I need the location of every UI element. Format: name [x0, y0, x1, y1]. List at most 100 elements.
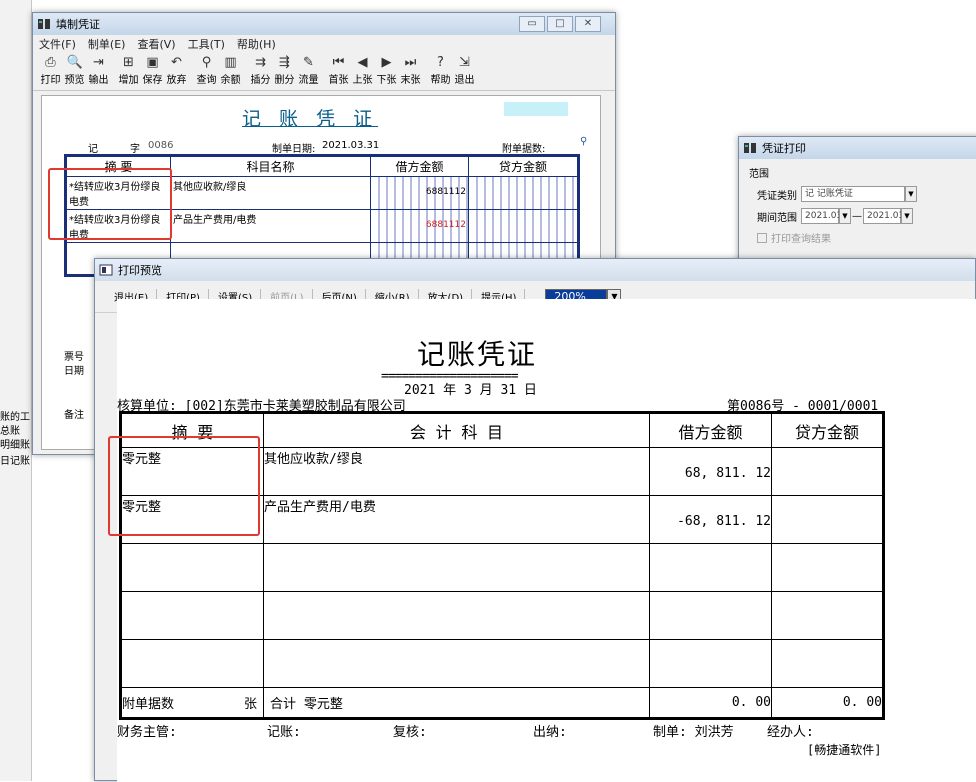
app-book-icon — [743, 141, 757, 155]
close-icon[interactable]: ✕ — [575, 16, 601, 32]
print-voucher-dialog: 凭证打印 范围 凭证类别 记 记账凭证 ▼ 期间范围 2021.03 ▼ — 2… — [738, 136, 976, 276]
toolbar-button[interactable]: ⇶ 删分 — [273, 55, 296, 86]
menu-edit[interactable]: 制单(E) — [88, 36, 126, 52]
chevron-down-icon[interactable]: ▼ — [839, 208, 851, 224]
header-credit: 贷方金额 — [468, 156, 578, 177]
voucher-type[interactable]: 记 — [88, 140, 98, 155]
header-subject: 科目名称 — [170, 156, 371, 177]
chevron-down-icon[interactable]: ▼ — [905, 186, 917, 202]
toolbar-button[interactable]: ▣ 保存 — [141, 55, 164, 86]
toolbar-button[interactable]: ⇲ 退出 — [453, 55, 476, 86]
row-debit[interactable]: 6881112 — [370, 176, 469, 210]
period-from-select[interactable]: 2021.03 — [801, 208, 842, 224]
type-select[interactable]: 记 记账凭证 — [801, 186, 905, 202]
maximize-icon[interactable]: □ — [547, 16, 573, 32]
voucher-number[interactable]: 0086 — [148, 140, 173, 151]
toolbar-button[interactable]: ⊞ 增加 — [117, 55, 140, 86]
preview-window-icon — [99, 263, 113, 277]
toolbar-button-label: 下张 — [376, 75, 397, 86]
preview-window-title: 打印预览 — [118, 264, 162, 277]
pv-header-debit: 借方金额 — [649, 413, 772, 448]
toolbar-button[interactable]: ✎ 流量 — [297, 55, 320, 86]
ticket-no-label: 票号 — [64, 352, 84, 363]
print-dialog-title: 凭证打印 — [762, 142, 806, 155]
toolbar-button-label: 插分 — [250, 75, 271, 86]
window-controls: ▭ □ ✕ — [517, 16, 601, 32]
toolbar-button-label: 保存 — [142, 75, 163, 86]
date-label: 制单日期: — [272, 144, 316, 155]
toolbar-button[interactable]: ⚲ 查询 — [195, 55, 218, 86]
preview-date: 2021 年 3 月 31 日 — [404, 383, 537, 398]
toolbar-button[interactable]: ⏭ 末张 — [399, 55, 422, 86]
remark-label: 备注 — [64, 410, 84, 421]
save-icon: ▣ — [146, 55, 159, 70]
preview-icon: 🔍 — [66, 55, 83, 70]
toolbar-button[interactable]: ? 帮助 — [429, 55, 452, 86]
toolbar-button-label: 退出 — [454, 75, 475, 86]
search-icon[interactable]: ⚲ — [580, 136, 587, 147]
row-credit[interactable] — [468, 176, 578, 210]
toolbar-button-label: 删分 — [274, 75, 295, 86]
row-subject[interactable]: 其他应收款/缪良 — [170, 176, 371, 210]
toolbar-button[interactable]: ◀ 上张 — [351, 55, 374, 86]
exit-icon: ⇲ — [459, 55, 470, 70]
pv-row-debit: 68, 811. 12 — [649, 447, 772, 496]
print-query-label: 打印查询结果 — [771, 234, 831, 245]
entry-toolbar: ⎙ 打印 🔍 预览 ⇥ 输出 ⊞ 增加 ▣ 保存 ↶ 放弃 ⚲ 查询 ▥ 余额 ⇉ 插分 ⇶ 删分 ✎ 流量 ⏮ 首张 ◀ 上张 ▶… — [33, 53, 615, 91]
menu-file[interactable]: 文件(F) — [39, 36, 76, 52]
prev-icon: ◀ — [357, 55, 368, 70]
date-value[interactable]: 2021.03.31 — [322, 140, 379, 151]
chevron-down-icon[interactable]: ▼ — [901, 208, 913, 224]
total-credit: 0. 00 — [771, 687, 883, 718]
toolbar-button-label: 上张 — [352, 75, 373, 86]
background-window-fragment: 账的工 总账 明细账 日记账 — [0, 0, 32, 781]
footer-handler: 经办人: — [767, 725, 814, 740]
period-to-select[interactable]: 2021.03 — [863, 208, 904, 224]
toolbar-button[interactable]: ↶ 放弃 — [165, 55, 188, 86]
pv-row-debit: -68, 811. 12 — [649, 495, 772, 544]
voucher-word: 字 — [130, 144, 140, 155]
toolbar-button[interactable]: ⏮ 首张 — [327, 55, 350, 86]
row-credit[interactable] — [468, 209, 578, 243]
toolbar-button-label: 输出 — [88, 75, 109, 86]
pv-row-credit — [771, 495, 883, 544]
table-row — [121, 639, 883, 688]
toolbar-button-label: 放弃 — [166, 75, 187, 86]
row-debit[interactable]: 6881112 — [370, 209, 469, 243]
bg-fragment: 账的工 — [0, 412, 30, 423]
toolbar-button-label: 流量 — [298, 75, 319, 86]
toolbar-button[interactable]: ⎙ 打印 — [39, 55, 62, 86]
bg-fragment: 明细账 — [0, 440, 30, 451]
toolbar-button[interactable]: 🔍 预览 — [63, 55, 86, 86]
toolbar-button-label: 末张 — [400, 75, 421, 86]
preview-titlebar[interactable]: 打印预览 — [95, 259, 975, 281]
minimize-icon[interactable]: ▭ — [519, 16, 545, 32]
table-row — [121, 543, 883, 592]
toolbar-button[interactable]: ⇥ 输出 — [87, 55, 110, 86]
toolbar-button[interactable]: ⇉ 插分 — [249, 55, 272, 86]
voucher-status-field[interactable] — [504, 102, 568, 116]
menu-tools[interactable]: 工具(T) — [188, 36, 225, 52]
toolbar-button-label: 首张 — [328, 75, 349, 86]
footer-manager: 财务主管: — [117, 725, 177, 740]
toolbar-button-label: 增加 — [118, 75, 139, 86]
balance-icon: ▥ — [224, 55, 237, 70]
help-icon: ? — [437, 55, 444, 70]
cashflow-icon: ✎ — [303, 55, 314, 70]
add-icon: ⊞ — [123, 55, 134, 70]
voucher-title: 记 账 凭 证 — [242, 108, 379, 130]
preview-voucher-title: 记账凭证 — [417, 338, 538, 371]
export-icon: ⇥ — [93, 55, 104, 70]
total-row: 附单据数 张 合计 零元整 0. 00 0. 00 — [121, 687, 883, 718]
toolbar-button[interactable]: ▶ 下张 — [375, 55, 398, 86]
undo-icon: ↶ — [171, 55, 182, 70]
toolbar-button[interactable]: ▥ 余额 — [219, 55, 242, 86]
print-query-checkbox[interactable] — [757, 232, 767, 243]
print-titlebar[interactable]: 凭证打印 — [739, 137, 976, 159]
insert-row-icon: ⇉ — [255, 55, 266, 70]
menu-view[interactable]: 查看(V) — [137, 36, 175, 52]
row-subject[interactable]: 产品生产费用/电费 — [170, 209, 371, 243]
print-range-group: 范围 凭证类别 记 记账凭证 ▼ 期间范围 2021.03 ▼ — 2021.0… — [739, 159, 976, 251]
menu-help[interactable]: 帮助(H) — [237, 36, 276, 52]
footer-bookkeeper: 记账: — [267, 725, 301, 740]
